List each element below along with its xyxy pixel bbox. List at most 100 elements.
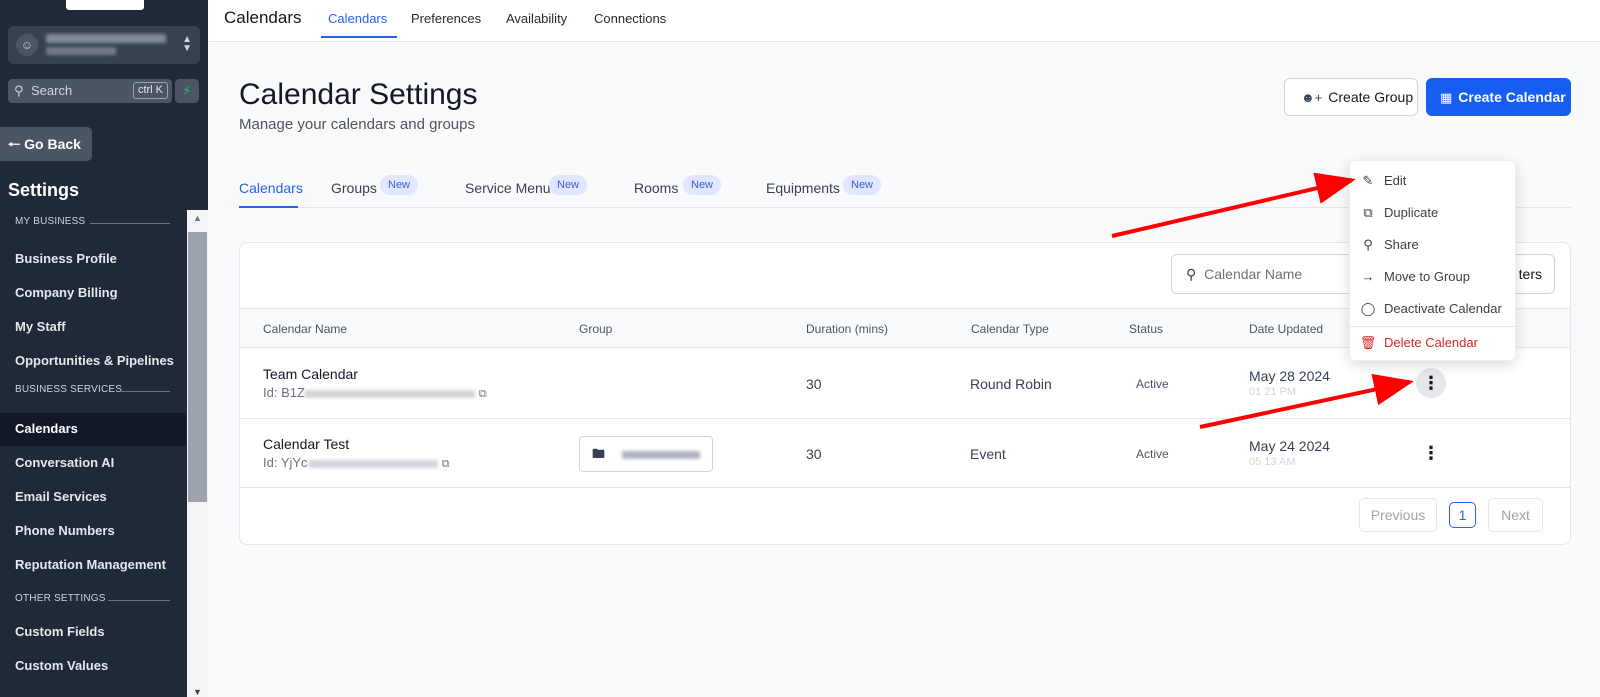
section-divider — [90, 223, 170, 224]
subtab-rooms[interactable]: Rooms — [634, 180, 678, 196]
copy-icon[interactable]: ⧉ — [442, 458, 450, 470]
subtab-underline — [239, 206, 298, 208]
row-actions-menu: ✎ Edit ⧉ Duplicate ⚲ Share → Move to Group ◯… — [1349, 160, 1517, 361]
calendar-name-link[interactable]: Team Calendar — [263, 366, 358, 382]
tab-calendars[interactable]: Calendars — [328, 11, 387, 26]
sidebar-item-custom-values[interactable]: Custom Values — [15, 658, 108, 673]
calendar-id-prefix: Id: B1Z — [263, 385, 305, 400]
logo — [66, 0, 144, 10]
status-badge: Active — [1136, 377, 1169, 391]
calendar-id: Id: B1Z ⧉ — [263, 385, 487, 401]
folder-icon: 🖿 — [592, 446, 606, 461]
search-icon: ⚲ — [14, 83, 24, 98]
badge-new: New — [549, 175, 588, 195]
user-icon: ☺ — [16, 34, 38, 56]
date-updated: May 24 2024 — [1249, 438, 1330, 454]
menu-item-move-to-group[interactable]: → Move to Group — [1350, 263, 1517, 291]
sidebar-item-conversation-ai[interactable]: Conversation AI — [15, 455, 114, 470]
time-updated: 05 13 AM — [1249, 456, 1296, 468]
sidebar-item-phone-numbers[interactable]: Phone Numbers — [15, 523, 115, 538]
subtab-service-menu[interactable]: Service Menu — [465, 180, 551, 196]
badge-new: New — [683, 175, 722, 195]
page-title: Calendar Settings — [239, 78, 478, 111]
badge-new: New — [843, 175, 882, 195]
calendar-icon: ▦ — [1440, 90, 1453, 105]
row-divider — [240, 487, 1570, 488]
menu-item-delete[interactable]: 🗑 Delete Calendar — [1350, 329, 1517, 357]
create-calendar-button[interactable]: ▦ Create Calendar — [1426, 78, 1571, 116]
scroll-down-icon[interactable]: ▼ — [193, 687, 202, 697]
create-group-button[interactable]: ☻+ Create Group — [1284, 78, 1418, 116]
settings-title: Settings — [8, 180, 80, 200]
menu-item-label: Edit — [1384, 173, 1407, 188]
user-plus-icon: ☻+ — [1301, 90, 1323, 105]
page-subtitle: Manage your calendars and groups — [239, 116, 475, 133]
status-badge: Active — [1136, 447, 1169, 461]
calendar-id-prefix: Id: YjYc — [263, 455, 308, 470]
updown-icon: ▲ ▼ — [182, 34, 192, 54]
search-shortcut: ctrl K — [132, 82, 168, 99]
menu-item-deactivate[interactable]: ◯ Deactivate Calendar — [1350, 295, 1517, 323]
create-calendar-label: Create Calendar — [1458, 89, 1566, 105]
calendar-search-placeholder: Calendar Name — [1204, 266, 1303, 282]
toggle-icon: ◯ — [1360, 301, 1376, 316]
tab-availability[interactable]: Availability — [506, 11, 567, 26]
column-calendar-name[interactable]: Calendar Name — [263, 322, 347, 336]
sidebar-item-email-services[interactable]: Email Services — [15, 489, 107, 504]
scroll-up-icon[interactable]: ▲ — [193, 213, 202, 223]
go-back-button[interactable]: 🠐 Go Back — [0, 127, 92, 161]
arrow-left-icon: 🠐 — [8, 136, 21, 152]
sidebar-item-calendars[interactable]: Calendars — [15, 421, 78, 436]
sidebar-item-custom-fields[interactable]: Custom Fields — [15, 624, 105, 639]
column-group[interactable]: Group — [579, 322, 612, 336]
calendar-type-value: Event — [970, 446, 1006, 462]
menu-item-edit[interactable]: ✎ Edit — [1350, 167, 1517, 195]
column-duration[interactable]: Duration (mins) — [806, 322, 888, 336]
copy-icon[interactable]: ⧉ — [479, 388, 487, 400]
tab-connections[interactable]: Connections — [594, 11, 666, 26]
scrollbar-thumb[interactable] — [188, 232, 207, 502]
sidebar-item-my-staff[interactable]: My Staff — [15, 319, 66, 334]
section-other-settings: OTHER SETTINGS — [15, 593, 106, 604]
sidebar-item-opportunities[interactable]: Opportunities & Pipelines — [15, 353, 174, 368]
column-status[interactable]: Status — [1129, 322, 1163, 336]
trash-icon: 🗑 — [1359, 335, 1377, 350]
sidebar-search-placeholder: Search — [31, 83, 73, 98]
group-chip[interactable]: 🖿 — [579, 436, 713, 472]
row-actions-kebab-icon[interactable]: ⋮ — [1416, 438, 1446, 468]
sidebar-item-reputation-management[interactable]: Reputation Management — [15, 557, 166, 572]
menu-item-label: Duplicate — [1384, 205, 1439, 220]
menu-item-label: Share — [1384, 237, 1419, 252]
page-number-button[interactable]: 1 — [1449, 502, 1476, 528]
menu-item-share[interactable]: ⚲ Share — [1350, 231, 1517, 259]
subtab-equipments[interactable]: Equipments — [766, 180, 840, 196]
go-back-label: Go Back — [24, 136, 81, 152]
sidebar-scrollbar[interactable]: ▲ ▼ — [187, 210, 208, 697]
menu-item-duplicate[interactable]: ⧉ Duplicate — [1350, 199, 1517, 227]
top-nav-title: Calendars — [224, 8, 302, 27]
sidebar-item-company-billing[interactable]: Company Billing — [15, 285, 118, 300]
bolt-icon[interactable]: ⚡ — [175, 79, 199, 103]
subtab-groups[interactable]: Groups — [331, 180, 377, 196]
tab-underline — [321, 36, 397, 38]
menu-divider — [1350, 326, 1517, 327]
arrow-right-icon: → — [1361, 269, 1375, 284]
sidebar-item-business-profile[interactable]: Business Profile — [15, 251, 117, 266]
column-calendar-type[interactable]: Calendar Type — [971, 322, 1049, 336]
calendar-name-link[interactable]: Calendar Test — [263, 436, 349, 452]
sidebar: ☺ ▲ ▼ ⚲ Search ctrl K ⚡ 🠐 Go Back Setting… — [0, 0, 208, 697]
share-icon: ⚲ — [1363, 237, 1373, 252]
create-group-label: Create Group — [1328, 89, 1414, 105]
account-switcher[interactable]: ☺ ▲ ▼ — [8, 26, 200, 64]
subtab-calendars[interactable]: Calendars — [239, 180, 303, 196]
column-date-updated[interactable]: Date Updated — [1249, 322, 1323, 336]
top-nav: Calendars Calendars Preferences Availabi… — [208, 0, 1600, 42]
sidebar-search[interactable]: ⚲ Search ctrl K — [8, 79, 172, 103]
row-actions-kebab-icon[interactable]: ⋮ — [1416, 368, 1446, 398]
section-divider — [108, 600, 170, 601]
next-button[interactable]: Next — [1488, 498, 1543, 532]
arrow-to-edit — [1111, 172, 1356, 238]
tab-preferences[interactable]: Preferences — [411, 11, 481, 26]
previous-button[interactable]: Previous — [1359, 498, 1437, 532]
account-name-redacted — [46, 34, 166, 43]
